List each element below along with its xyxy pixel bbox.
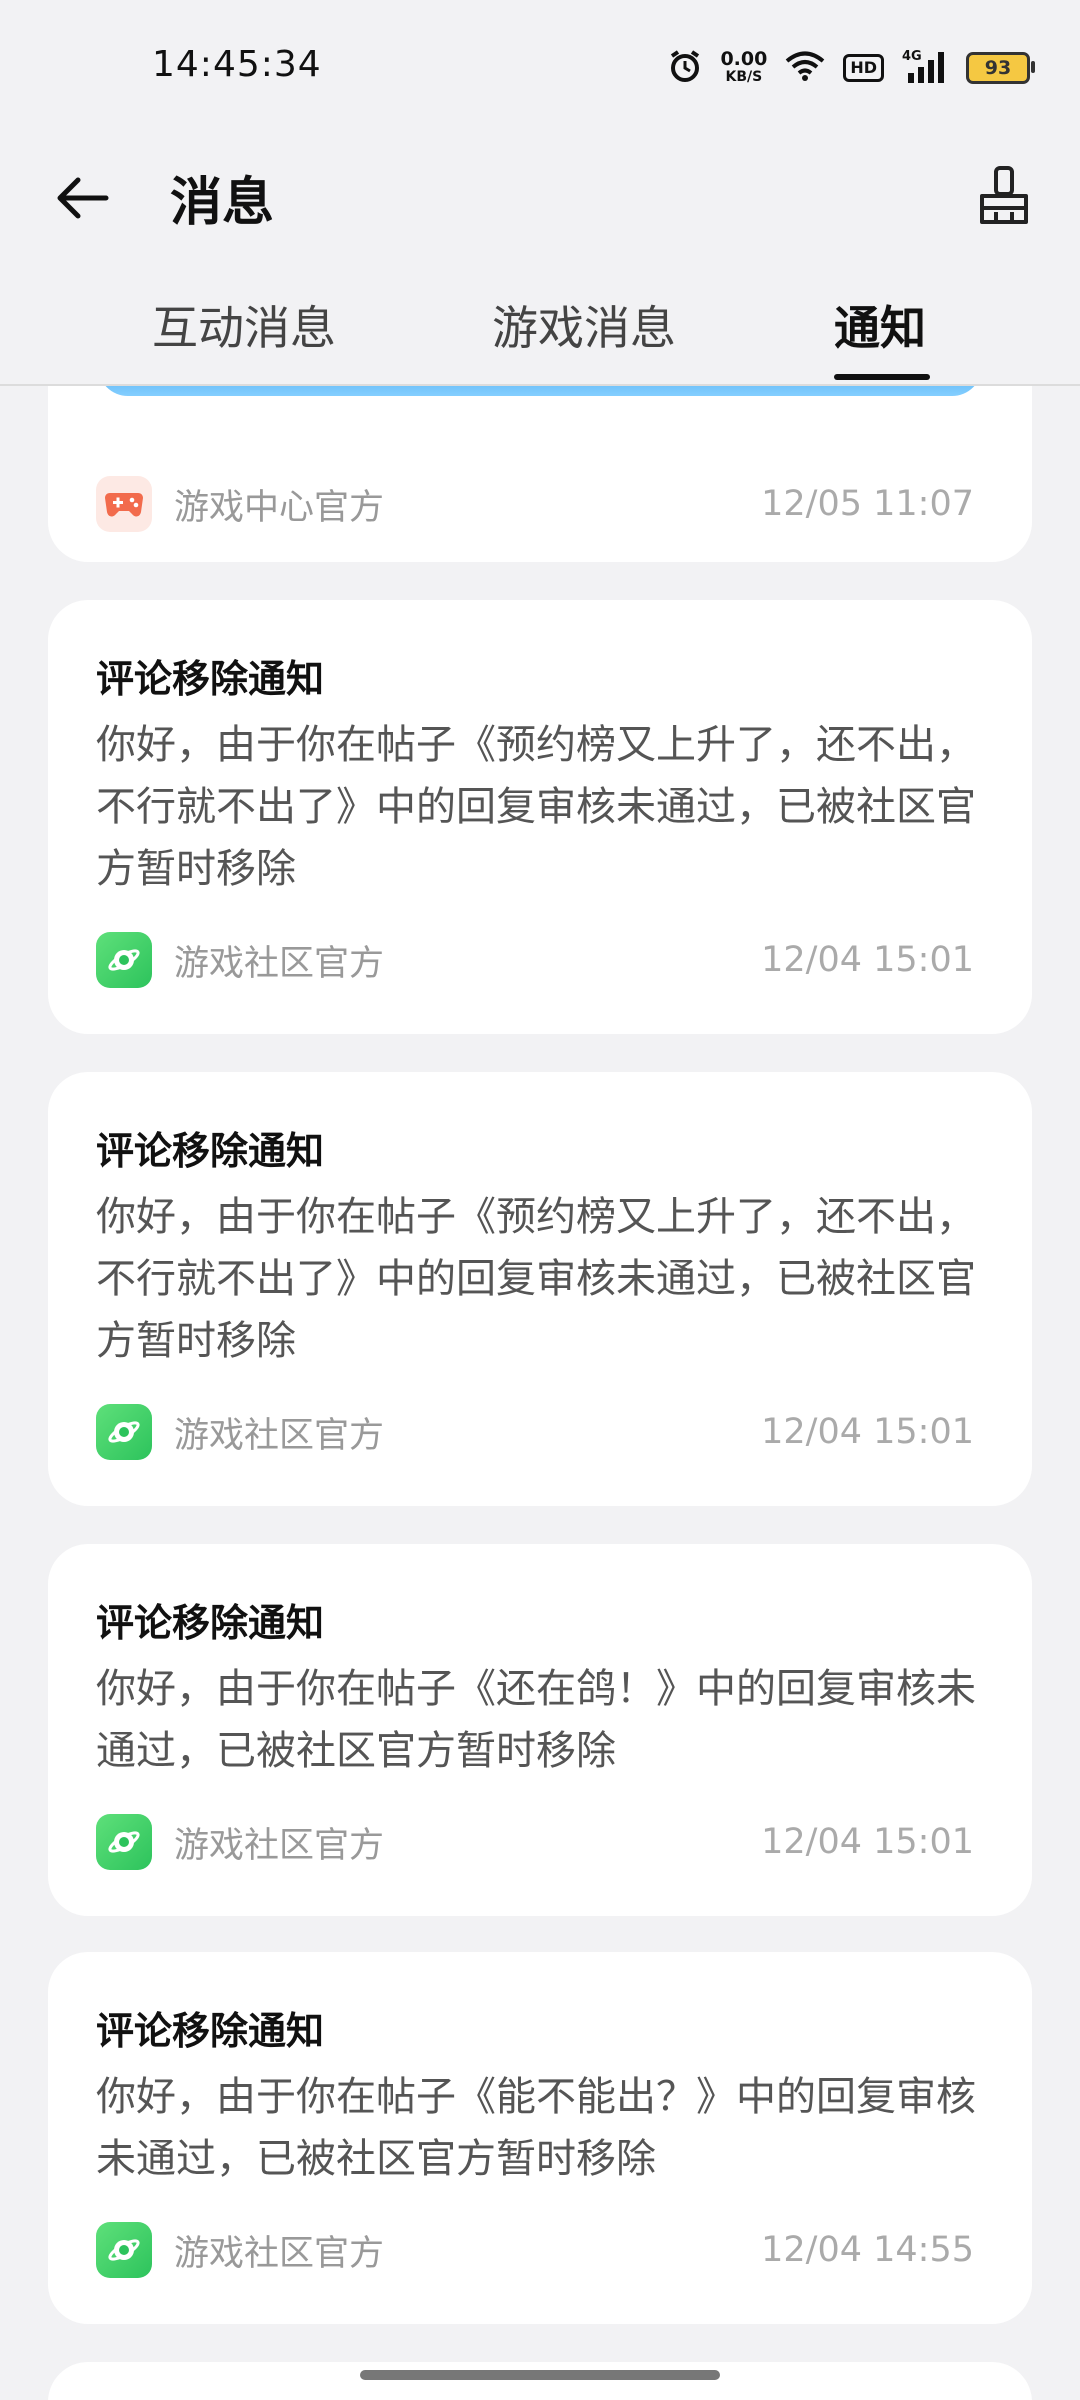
notification-body: 你好，由于你在帖子《预约榜又上升了，还不出，不行就不出了》中的回复审核未通过，已…: [96, 722, 976, 892]
notification-list[interactable]: 游戏中心官方 12/05 11:07 评论移除通知 你好，由于你在帖子《预约榜又…: [0, 386, 1080, 2400]
status-time: 14:45:34: [152, 44, 322, 85]
notification-card[interactable]: 评论移除通知 你好，由于你在帖子《预约榜又上升了，还不出，不行就不出了》中的回复…: [48, 1072, 1032, 1506]
battery-indicator: 93: [966, 52, 1035, 84]
notification-card[interactable]: 评论移除通知 你好，由于你在帖子《还在鸽！》中的回复审核未通过，已被社区官方暂时…: [48, 1544, 1032, 1916]
banner-image: [98, 386, 982, 396]
broom-icon: [980, 166, 1028, 224]
source-name: 游戏社区官方: [174, 943, 385, 984]
notification-title: 评论移除通知: [96, 1129, 325, 1173]
timestamp: 12/04 15:01: [761, 1822, 974, 1862]
notification-card[interactable]: 评论移除通知 你好，由于你在帖子《能不能出？》中的回复审核未通过，已被社区官方暂…: [48, 1952, 1032, 2324]
active-tab-indicator: [834, 374, 930, 380]
alarm-icon: [668, 49, 702, 87]
network-speed-unit: KB/S: [725, 69, 763, 85]
source-name: 游戏中心官方: [174, 487, 385, 528]
network-speed-value: 0.00: [720, 48, 768, 70]
arrow-left-icon: [57, 177, 109, 219]
planet-icon: [96, 1814, 152, 1870]
gamepad-icon: [96, 476, 152, 532]
source-name: 游戏社区官方: [174, 1415, 385, 1456]
notification-title: 评论移除通知: [96, 657, 325, 701]
home-indicator[interactable]: [360, 2370, 720, 2380]
notification-body: 你好，由于你在帖子《还在鸽！》中的回复审核未通过，已被社区官方暂时移除: [96, 1666, 976, 1774]
wifi-icon: [785, 50, 825, 86]
planet-icon: [96, 2222, 152, 2278]
back-button[interactable]: [50, 166, 114, 230]
tab-notifications[interactable]: 通知: [834, 292, 926, 358]
clear-notifications-button[interactable]: [968, 160, 1040, 232]
notification-body: 你好，由于你在帖子《预约榜又上升了，还不出，不行就不出了》中的回复审核未通过，已…: [96, 1194, 976, 1364]
card-footer: 游戏社区官方 12/04 15:01: [96, 1814, 974, 1870]
network-speed: 0.00 KB/S: [720, 50, 767, 86]
status-icons: 0.00 KB/S HD 4G 93: [668, 40, 1035, 96]
hd-badge: HD: [843, 54, 884, 82]
card-footer: 游戏社区官方 12/04 15:01: [96, 932, 974, 988]
status-bar: 14:45:34 0.00 KB/S HD 4G 93: [0, 0, 1080, 140]
header: 消息: [0, 140, 1080, 260]
timestamp: 12/04 15:01: [761, 1412, 974, 1452]
svg-text:4G: 4G: [902, 49, 922, 64]
timestamp: 12/04 14:55: [761, 2230, 974, 2270]
planet-icon: [96, 932, 152, 988]
notification-title: 评论移除通知: [96, 1601, 325, 1645]
notification-title: 评论移除通知: [96, 2009, 325, 2053]
page-title: 消息: [170, 173, 275, 233]
card-footer: 游戏社区官方 12/04 15:01: [96, 1404, 974, 1460]
notification-body: 你好，由于你在帖子《能不能出？》中的回复审核未通过，已被社区官方暂时移除: [96, 2074, 976, 2182]
timestamp: 12/04 15:01: [761, 940, 974, 980]
tab-bar: 互动消息 游戏消息 通知: [0, 280, 1080, 386]
notification-card[interactable]: 评论移除通知 你好，由于你在帖子《预约榜又上升了，还不出，不行就不出了》中的回复…: [48, 600, 1032, 1034]
card-footer: 游戏中心官方 12/05 11:07: [96, 476, 974, 532]
notification-card[interactable]: [48, 2362, 1032, 2400]
timestamp: 12/05 11:07: [761, 484, 974, 524]
notification-card[interactable]: 游戏中心官方 12/05 11:07: [48, 386, 1032, 562]
source-name: 游戏社区官方: [174, 2233, 385, 2274]
planet-icon: [96, 1404, 152, 1460]
card-footer: 游戏社区官方 12/04 14:55: [96, 2222, 974, 2278]
signal-icon: 4G: [902, 47, 948, 89]
tab-interactive-messages[interactable]: 互动消息: [152, 292, 336, 358]
tab-game-messages[interactable]: 游戏消息: [492, 292, 676, 358]
source-name: 游戏社区官方: [174, 1825, 385, 1866]
